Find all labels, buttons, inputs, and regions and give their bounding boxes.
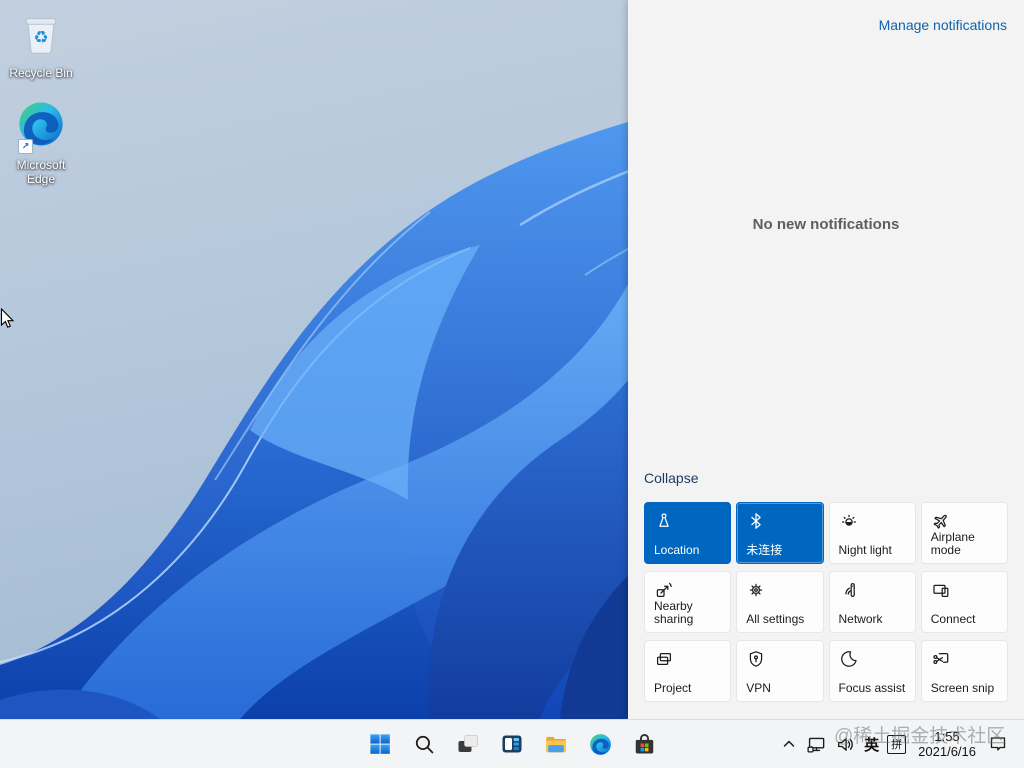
recycle-bin-icon: ♻ [17,10,65,63]
quick-action-vpn[interactable]: VPN [736,640,823,702]
system-tray: 英 拼 1:55 2021/6/16 [780,720,1008,768]
network-signal-icon [839,580,859,600]
gear-icon [746,580,766,600]
vpn-shield-icon [746,649,766,669]
tray-date: 2021/6/16 [918,744,976,759]
action-center-panel: Manage notifications No new notification… [628,0,1024,719]
clock-button[interactable]: 1:55 2021/6/16 [918,729,976,759]
ime-mode-box: 拼 [887,735,906,754]
location-icon [654,511,674,531]
desktop-icon-microsoft-edge[interactable]: ↗ Microsoft Edge [2,98,80,186]
desktop-icon-label: Microsoft Edge [2,158,80,186]
tray-overflow-chevron[interactable] [780,735,798,753]
no-notifications-message: No new notifications [628,216,1024,233]
widgets-button[interactable] [499,731,525,757]
collapse-link[interactable]: Collapse [644,470,698,486]
desktop-icon-recycle-bin[interactable]: ♻ Recycle Bin [2,10,80,80]
search-button[interactable] [411,731,437,757]
quick-action-focus-assist[interactable]: Focus assist [829,640,916,702]
quick-action-screen-snip[interactable]: Screen snip [921,640,1008,702]
taskbar-center-icons [367,720,657,768]
file-explorer-button[interactable] [543,731,569,757]
edge-icon [588,732,613,757]
chevron-up-icon [780,735,798,753]
action-center-icon [988,734,1008,754]
windows-logo-icon [368,732,392,756]
desktop-icon-label: Recycle Bin [9,66,72,80]
quick-action-bluetooth[interactable]: 未连接 [736,502,823,564]
svg-text:♻: ♻ [33,28,48,47]
connect-screens-icon [931,580,951,600]
desktop: ♻ Recycle Bin ↗ Microsoft Edge Manage no… [0,0,1024,768]
volume-tray-button[interactable] [835,734,856,755]
widgets-icon [500,732,524,756]
scissors-snip-icon [931,649,951,669]
tray-time: 1:55 [934,729,959,744]
start-button[interactable] [367,731,393,757]
task-view-button[interactable] [455,731,481,757]
microsoft-store-icon [632,732,657,757]
taskbar: 英 拼 1:55 2021/6/16 [0,719,1024,768]
ethernet-network-icon [806,734,827,755]
mouse-cursor-icon [0,308,20,330]
quick-action-network[interactable]: Network [829,571,916,633]
airplane-icon [931,511,951,531]
speaker-icon [835,734,856,755]
quick-action-all-settings[interactable]: All settings [736,571,823,633]
quick-action-project[interactable]: Project [644,640,731,702]
project-screens-icon [654,649,674,669]
quick-actions-grid: Location 未连接 Night light [644,502,1008,702]
search-icon [413,733,436,756]
edge-button[interactable] [587,731,613,757]
quick-action-night-light[interactable]: Night light [829,502,916,564]
quick-action-airplane-mode[interactable]: Airplane mode [921,502,1008,564]
quick-action-connect[interactable]: Connect [921,571,1008,633]
microsoft-store-button[interactable] [631,731,657,757]
action-center-button[interactable] [988,734,1008,754]
quick-action-nearby-sharing[interactable]: Nearby sharing [644,571,731,633]
edge-icon: ↗ [15,98,67,155]
network-tray-button[interactable] [806,734,827,755]
bluetooth-icon [746,511,766,531]
file-explorer-icon [543,731,569,757]
quick-action-location[interactable]: Location [644,502,731,564]
task-view-icon [456,732,480,756]
ime-language-indicator[interactable]: 英 [864,734,879,755]
moon-icon [839,649,859,669]
shortcut-arrow-icon: ↗ [18,139,33,154]
nearby-sharing-icon [654,580,674,600]
manage-notifications-link[interactable]: Manage notifications [879,17,1007,33]
night-light-icon [839,511,859,531]
ime-mode-button[interactable]: 拼 [887,735,906,754]
